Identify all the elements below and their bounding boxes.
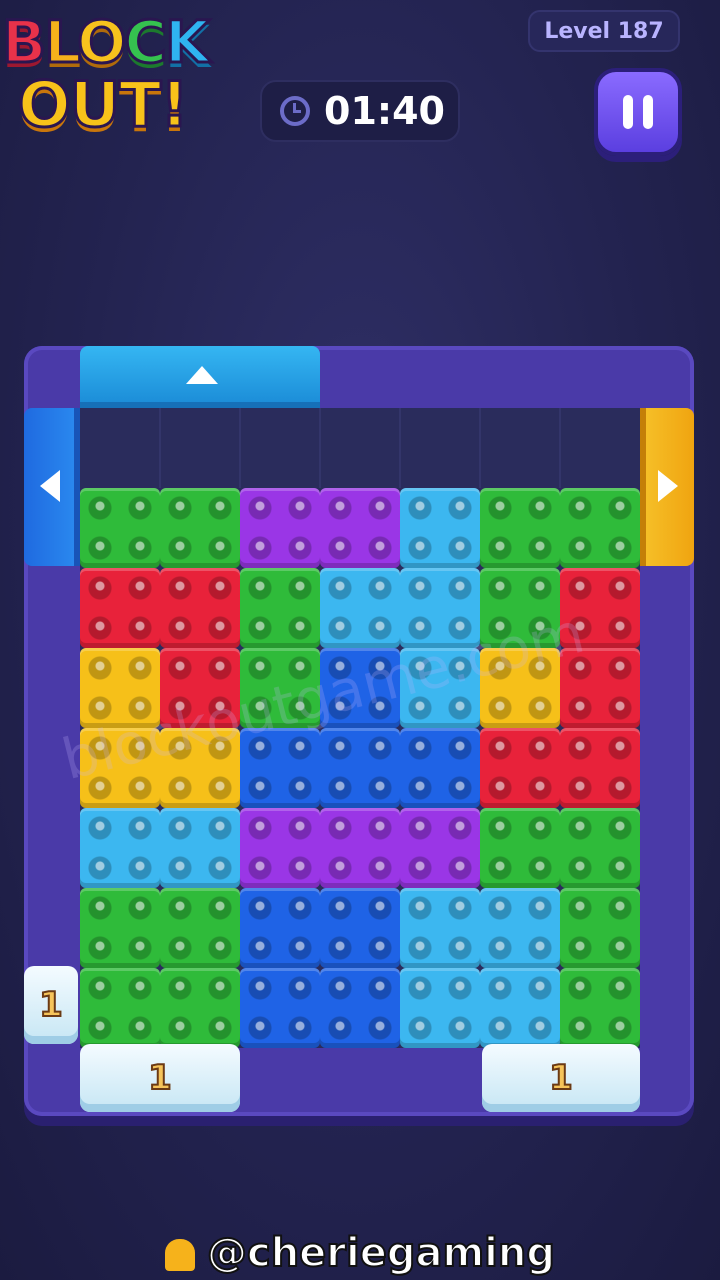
ice-counter: 1 [548,1057,574,1099]
block-cell-green[interactable] [80,968,160,1048]
block-cell-green[interactable] [480,808,560,888]
pause-button[interactable] [594,68,682,156]
creator-handle: @cheriegaming [0,1229,720,1277]
pause-icon [623,95,633,129]
block-cell-red[interactable] [560,728,640,808]
block-cell-cyan[interactable] [80,808,160,888]
block-cell-cyan[interactable] [320,568,400,648]
block-cell-red[interactable] [480,728,560,808]
block-cell-yellow[interactable] [160,728,240,808]
arrow-right-icon [658,470,678,502]
block-cell-green[interactable] [560,968,640,1048]
game-logo: BLOCK OUT! [0,0,265,150]
block-cell-blue[interactable] [240,968,320,1048]
block-cell-purple[interactable] [400,808,480,888]
block-cell-cyan[interactable] [400,888,480,968]
grid-divider [559,408,561,488]
block-cell-purple[interactable] [240,488,320,568]
block-cell-blue[interactable] [240,728,320,808]
block-cell-purple[interactable] [240,808,320,888]
clock-icon [280,96,310,126]
exit-gate-left[interactable] [24,408,80,566]
grid-divider [479,408,481,488]
block-cell-blue[interactable] [240,888,320,968]
block-cell-green[interactable] [480,568,560,648]
block-cell-green[interactable] [480,488,560,568]
block-cell-green[interactable] [160,888,240,968]
timer: 01:40 [260,80,460,142]
block-cell-blue[interactable] [320,968,400,1048]
block-cell-blue[interactable] [320,728,400,808]
block-cell-purple[interactable] [320,808,400,888]
block-cell-green[interactable] [240,648,320,728]
block-cell-blue[interactable] [320,648,400,728]
game-board: 1 1 1 blockoutgame.com [0,0,720,1280]
block-cell-cyan[interactable] [400,488,480,568]
block-cell-green[interactable] [80,888,160,968]
block-cell-green[interactable] [560,808,640,888]
exit-gate-right[interactable] [640,408,694,566]
arrow-up-icon [186,366,218,384]
block-cell-purple[interactable] [320,488,400,568]
grid-divider [239,408,241,488]
block-cell-yellow[interactable] [480,648,560,728]
level-badge: Level 187 [528,10,680,52]
block-cell-cyan[interactable] [480,888,560,968]
grid-divider [319,408,321,488]
bell-icon [164,1239,195,1271]
arrow-left-icon [40,470,60,502]
block-cell-green[interactable] [80,488,160,568]
block-cell-cyan[interactable] [400,968,480,1048]
block-cell-green[interactable] [160,968,240,1048]
block-cell-green[interactable] [560,888,640,968]
timer-value: 01:40 [324,89,445,133]
grid-divider [399,408,401,488]
block-cell-yellow[interactable] [80,728,160,808]
block-cell-yellow[interactable] [80,648,160,728]
pause-icon-bar [643,95,653,129]
ice-counter: 1 [38,984,64,1026]
block-cell-blue[interactable] [400,728,480,808]
logo-line-out: OUT! [17,67,191,143]
exit-gate-top[interactable] [80,346,320,408]
block-cell-blue[interactable] [320,888,400,968]
block-cell-cyan[interactable] [160,808,240,888]
block-cell-green[interactable] [560,488,640,568]
block-cell-red[interactable] [160,568,240,648]
block-cell-red[interactable] [80,568,160,648]
block-cell-cyan[interactable] [400,568,480,648]
block-cell-green[interactable] [240,568,320,648]
block-cell-green[interactable] [160,488,240,568]
grid-divider [159,408,161,488]
ice-block-left[interactable]: 1 [24,966,78,1044]
logo-line-block: BLOCK [0,7,211,78]
ice-block-bottom-left[interactable]: 1 [80,1044,240,1112]
block-cell-red[interactable] [160,648,240,728]
block-cell-cyan[interactable] [480,968,560,1048]
block-cell-cyan[interactable] [400,648,480,728]
ice-counter: 1 [147,1057,173,1099]
ice-block-bottom-right[interactable]: 1 [482,1044,640,1112]
block-cell-red[interactable] [560,568,640,648]
block-cell-red[interactable] [560,648,640,728]
